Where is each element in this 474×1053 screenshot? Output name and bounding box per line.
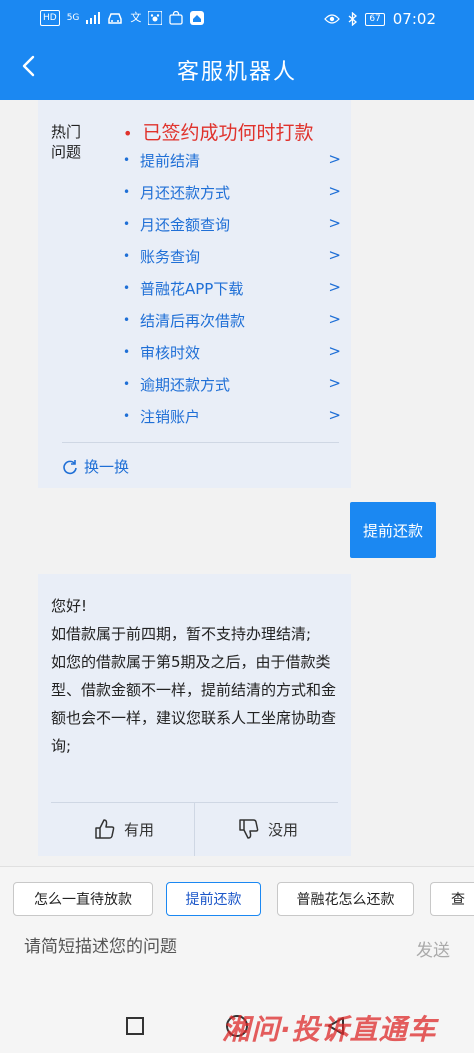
status-bar: HD 5G 文 67 07:02 <box>0 0 474 36</box>
hot-question-item[interactable]: • 结清后再次借款 > <box>123 310 341 334</box>
hot-question-item[interactable]: • 提前结清 > <box>123 150 341 174</box>
hot-question-item[interactable]: • 逾期还款方式 > <box>123 374 341 398</box>
useful-label: 有用 <box>124 820 155 839</box>
paw-icon <box>148 11 163 25</box>
quick-reply-chip[interactable]: 怎么一直待放款 <box>13 882 153 916</box>
useless-button[interactable]: 没用 <box>238 814 298 844</box>
useless-label: 没用 <box>268 820 299 839</box>
bullet-dot-icon: • <box>123 345 131 359</box>
chevron-right-icon: > <box>328 406 341 424</box>
chevron-right-icon: > <box>328 342 341 360</box>
bullet-dot-icon: • <box>123 124 133 143</box>
hot-question-item[interactable]: • 普融花APP下载 > <box>123 278 341 302</box>
refresh-icon <box>63 459 77 474</box>
status-left: HD 5G 文 <box>40 10 205 26</box>
hot-question-item[interactable]: • 审核时效 > <box>123 342 341 366</box>
bullet-dot-icon: • <box>123 377 131 391</box>
bot-reply-line: 您好! <box>51 597 88 615</box>
bullet-dot-icon: • <box>123 217 131 231</box>
divider <box>194 803 195 856</box>
top-bar: HD 5G 文 67 07:02 客服机器人 <box>0 0 474 100</box>
chevron-right-icon: > <box>328 246 341 264</box>
bullet-dot-icon: • <box>123 185 131 199</box>
thumbs-down-icon <box>239 819 259 839</box>
battery-icon: 67 <box>365 12 385 26</box>
bot-reply-line: 如您的借款属于第5期及之后，由于借款类型、借款金额不一样，提前结清的方式和金额也… <box>51 653 337 755</box>
chat-area[interactable]: 热门 问题 • 已签约成功何时打款 • 提前结清 > • 月还还款方式 > • 月还金额查询… <box>0 100 474 865</box>
quick-reply-chip[interactable]: 查 <box>430 882 474 916</box>
hot-question-item[interactable]: • 注销账户 > <box>123 406 341 430</box>
bullet-dot-icon: • <box>123 281 131 295</box>
chevron-right-icon: > <box>328 150 341 168</box>
chevron-right-icon: > <box>328 214 341 232</box>
bag-icon <box>169 11 184 25</box>
bullet-dot-icon: • <box>123 313 131 327</box>
bluetooth-icon <box>348 12 358 26</box>
eye-icon <box>324 14 341 24</box>
page-title: 客服机器人 <box>176 60 297 85</box>
refresh-label: 换一换 <box>84 458 130 476</box>
network-label: 5G <box>66 13 80 23</box>
chevron-right-icon: > <box>328 182 341 200</box>
chevron-right-icon: > <box>328 278 341 296</box>
bot-reply-card: 您好! 如借款属于前四期，暂不支持办理结清; 如您的借款属于第5期及之后，由于借… <box>38 574 351 856</box>
hot-question-featured-label: 已签约成功何时打款 <box>142 122 314 144</box>
translate-icon: 文 <box>130 11 142 24</box>
hot-question-item[interactable]: • 月还金额查询 > <box>123 214 341 238</box>
car-icon <box>108 13 123 24</box>
signal-icon <box>86 12 101 24</box>
bot-reply-text: 您好! 如借款属于前四期，暂不支持办理结清; 如您的借款属于第5期及之后，由于借… <box>51 592 343 760</box>
hot-questions-label: 热门 问题 <box>51 123 82 161</box>
quick-reply-chip[interactable]: 普融花怎么还款 <box>277 882 414 916</box>
hot-question-featured[interactable]: • 已签约成功何时打款 <box>123 118 313 145</box>
thumbs-up-icon <box>95 819 115 839</box>
quick-reply-chip-active[interactable]: 提前还款 <box>166 882 261 916</box>
bullet-dot-icon: • <box>123 153 131 167</box>
home-icon <box>190 11 205 25</box>
message-input[interactable] <box>14 922 460 972</box>
watermark-logo: 湘问·投诉直通车 <box>222 1013 437 1046</box>
useful-button[interactable]: 有用 <box>94 814 154 844</box>
bot-reply-line: 如借款属于前四期，暂不支持办理结清; <box>51 625 312 643</box>
hot-questions-card: 热门 问题 • 已签约成功何时打款 • 提前结清 > • 月还还款方式 > • 月还金额查询… <box>38 100 351 488</box>
system-nav-bar: 湘问·投诉直通车 <box>0 1000 474 1053</box>
bullet-dot-icon: • <box>123 249 131 263</box>
clock: 07:02 <box>392 10 436 28</box>
send-button[interactable]: 发送 <box>416 936 450 961</box>
hd-icon: HD <box>40 10 60 26</box>
recent-apps-icon[interactable] <box>126 1017 144 1035</box>
divider <box>62 442 339 443</box>
refresh-button[interactable]: 换一换 <box>62 456 129 477</box>
input-bar: 发送 <box>0 920 474 1000</box>
bullet-dot-icon: • <box>123 409 131 423</box>
hot-question-item[interactable]: • 月还还款方式 > <box>123 182 341 206</box>
hot-question-item[interactable]: • 账务查询 > <box>123 246 341 270</box>
nav-bar: 客服机器人 <box>0 40 474 96</box>
status-right: 67 07:02 <box>324 10 436 28</box>
chevron-right-icon: > <box>328 374 341 392</box>
user-message-bubble: 提前还款 <box>350 502 436 558</box>
chevron-right-icon: > <box>328 310 341 328</box>
